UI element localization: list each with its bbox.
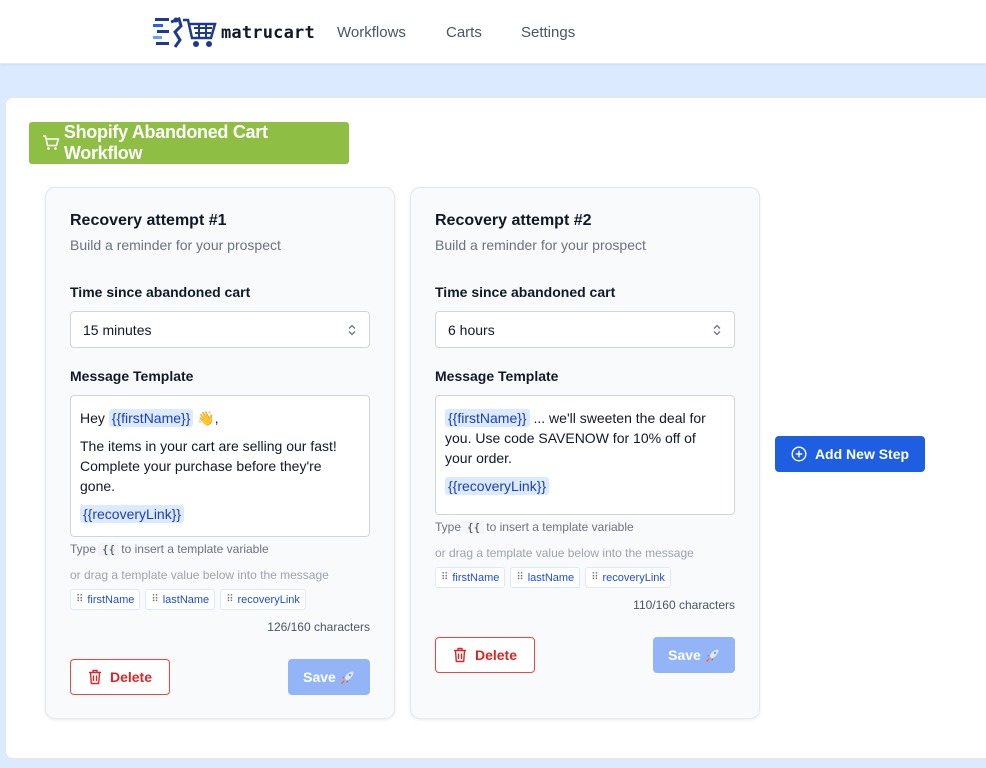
time-select[interactable]: 15 minutes — [70, 311, 370, 348]
time-select-value: 6 hours — [448, 321, 495, 338]
message-editor[interactable]: {{firstName}} ... we'll sweeten the deal… — [435, 395, 735, 515]
delete-button[interactable]: Delete — [435, 637, 535, 673]
chip-recoverylink[interactable]: ⠿ recoveryLink — [220, 589, 306, 610]
time-select[interactable]: 6 hours — [435, 311, 735, 348]
chip-lastname[interactable]: ⠿ lastName — [145, 589, 216, 610]
rocket-icon — [340, 671, 354, 684]
save-button[interactable]: Save — [653, 637, 735, 673]
trash-icon — [88, 669, 101, 685]
delete-button[interactable]: Delete — [70, 659, 170, 695]
brand-logo[interactable]: matrucart — [153, 16, 315, 50]
drag-handle-icon: ⠿ — [441, 572, 449, 583]
drag-hint: or drag a template value below into the … — [435, 546, 694, 560]
var-firstname-token[interactable]: {{firstName}} — [445, 409, 530, 427]
char-count: 110/160 characters — [633, 598, 735, 612]
chip-firstname[interactable]: ⠿ firstName — [70, 589, 141, 610]
type-hint: Type{{to insert a template variable — [70, 542, 269, 556]
step-subtitle: Build a reminder for your prospect — [70, 237, 281, 253]
time-select-value: 15 minutes — [83, 321, 152, 338]
save-button[interactable]: Save — [288, 659, 370, 695]
chip-firstname[interactable]: ⠿ firstName — [435, 567, 506, 588]
wave-emoji: 👋, — [197, 410, 219, 426]
nav-carts[interactable]: Carts — [446, 24, 482, 41]
select-chevron-icon — [713, 324, 721, 335]
time-label: Time since abandoned cart — [435, 284, 616, 300]
message-editor[interactable]: Hey {{firstName}} 👋, The items in your c… — [70, 395, 370, 537]
template-chips: ⠿ firstName ⠿ lastName ⠿ recoveryLink — [435, 567, 671, 588]
select-chevron-icon — [348, 324, 356, 335]
recovery-step-card-1: Recovery attempt #1 Build a reminder for… — [45, 187, 395, 719]
step-subtitle: Build a reminder for your prospect — [435, 237, 646, 253]
recovery-step-card-2: Recovery attempt #2 Build a reminder for… — [410, 187, 760, 719]
message-body: The items in your cart are selling our f… — [80, 438, 337, 494]
shopping-cart-icon — [42, 135, 60, 150]
trash-icon — [453, 647, 466, 663]
step-title: Recovery attempt #1 — [70, 212, 227, 229]
message-label: Message Template — [70, 368, 194, 384]
step-title: Recovery attempt #2 — [435, 212, 592, 229]
var-recoverylink-token[interactable]: {{recoveryLink}} — [445, 477, 550, 495]
plus-circle-icon — [791, 446, 807, 462]
char-count: 126/160 characters — [267, 620, 370, 634]
add-new-step-button[interactable]: Add New Step — [775, 436, 925, 472]
drag-handle-icon: ⠿ — [226, 594, 234, 605]
drag-handle-icon: ⠿ — [151, 594, 159, 605]
chip-recoverylink[interactable]: ⠿ recoveryLink — [585, 567, 671, 588]
message-label: Message Template — [435, 368, 559, 384]
top-navbar: matrucart Workflows Carts Settings — [0, 0, 986, 64]
drag-handle-icon: ⠿ — [76, 594, 84, 605]
var-firstname-token[interactable]: {{firstName}} — [108, 409, 194, 427]
workflow-title: Shopify Abandoned Cart Workflow — [63, 122, 268, 163]
drag-handle-icon: ⠿ — [591, 572, 599, 583]
workflow-title-banner: Shopify Abandoned Cart Workflow — [29, 122, 349, 164]
chip-lastname[interactable]: ⠿ lastName — [510, 567, 581, 588]
rocket-icon — [705, 649, 719, 662]
var-recoverylink-token[interactable]: {{recoveryLink}} — [80, 505, 185, 523]
runner-cart-logo-icon — [153, 17, 217, 48]
drag-handle-icon: ⠿ — [516, 572, 524, 583]
type-hint: Type{{to insert a template variable — [435, 520, 634, 534]
time-label: Time since abandoned cart — [70, 284, 251, 300]
message-greeting: Hey — [80, 410, 105, 426]
brand-name: matrucart — [221, 23, 315, 43]
drag-hint: or drag a template value below into the … — [70, 568, 329, 582]
nav-workflows[interactable]: Workflows — [337, 24, 406, 41]
nav-settings[interactable]: Settings — [521, 24, 575, 41]
template-chips: ⠿ firstName ⠿ lastName ⠿ recoveryLink — [70, 589, 306, 610]
